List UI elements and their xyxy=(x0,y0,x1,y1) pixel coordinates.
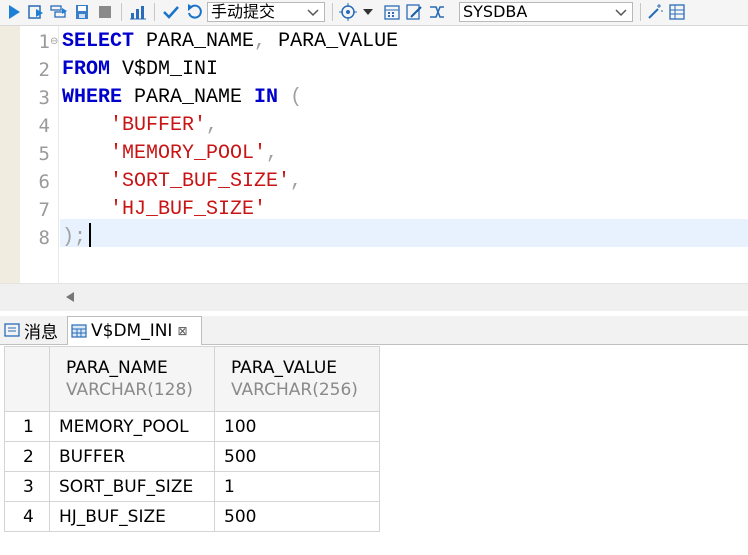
close-tab-icon[interactable]: ⊠ xyxy=(177,324,187,338)
row-number[interactable]: 3 xyxy=(4,471,50,502)
line-number: 2 xyxy=(38,59,50,81)
sql-token: PARA_NAME xyxy=(134,30,255,53)
sql-keyword: FROM xyxy=(62,58,111,81)
line-number: 7 xyxy=(38,199,50,221)
cell-para-value[interactable]: 100 xyxy=(214,411,380,442)
cell-para-name[interactable]: SORT_BUF_SIZE xyxy=(49,471,215,502)
toolbar-separator xyxy=(154,3,155,21)
column-header-para-value[interactable]: PARA_VALUE VARCHAR(256) xyxy=(214,346,380,412)
toolbar-separator xyxy=(640,3,641,21)
sql-editor[interactable]: 12345678 ⊖ SELECT PARA_NAME, PARA_VALUE F… xyxy=(0,26,748,283)
column-header-para-name[interactable]: PARA_NAME VARCHAR(128) xyxy=(49,346,215,412)
line-number: 5 xyxy=(38,143,50,165)
tab-messages[interactable]: 消息 xyxy=(4,316,66,344)
code-line[interactable]: ); xyxy=(62,224,86,252)
chevron-down-icon xyxy=(615,9,627,17)
code-line[interactable]: FROM V$DM_INI xyxy=(62,56,218,84)
sql-string: 'MEMORY_POOL' xyxy=(110,142,267,165)
cell-para-value[interactable]: 500 xyxy=(214,441,380,472)
row-number[interactable]: 1 xyxy=(4,411,50,442)
schema-select[interactable]: SYSDBA xyxy=(459,2,633,22)
code-area[interactable]: SELECT PARA_NAME, PARA_VALUE FROM V$DM_IN… xyxy=(62,26,748,283)
tab-result-vdmini[interactable]: V$DM_INI ⊠ xyxy=(67,316,202,345)
cell-para-value[interactable]: 1 xyxy=(214,471,380,502)
commit-icon[interactable] xyxy=(161,3,181,21)
run-script-icon[interactable] xyxy=(50,3,68,21)
tab-messages-label: 消息 xyxy=(24,322,58,343)
code-line[interactable]: 'BUFFER', xyxy=(62,112,218,140)
text-cursor xyxy=(89,223,91,247)
cell-para-name[interactable]: HJ_BUF_SIZE xyxy=(49,501,215,532)
line-number: 8 xyxy=(38,227,50,249)
toolbar: 手动提交 SYSDBA xyxy=(0,0,748,26)
sql-token: , xyxy=(254,30,267,53)
tab-result-label: V$DM_INI xyxy=(91,321,173,341)
grid-corner[interactable] xyxy=(4,346,50,412)
explain-icon[interactable] xyxy=(128,3,148,21)
messages-icon xyxy=(4,323,20,337)
scroll-left-icon[interactable] xyxy=(66,292,74,302)
line-number: 4 xyxy=(38,115,50,137)
line-number: 6 xyxy=(38,171,50,193)
sql-token: V$DM_INI xyxy=(110,58,219,81)
horizontal-scrollbar[interactable] xyxy=(0,283,748,311)
cell-para-name[interactable]: MEMORY_POOL xyxy=(49,411,215,442)
line-number: 1 xyxy=(38,31,50,53)
sql-string: 'BUFFER' xyxy=(110,114,207,137)
row-number[interactable]: 4 xyxy=(4,501,50,532)
rollback-icon[interactable] xyxy=(184,3,204,21)
sql-string: 'SORT_BUF_SIZE' xyxy=(110,170,291,193)
sql-token: PARA_VALUE xyxy=(266,30,399,53)
target-icon[interactable] xyxy=(338,3,358,21)
code-line[interactable]: WHERE PARA_NAME IN ( xyxy=(62,84,302,112)
line-number: 3 xyxy=(38,87,50,109)
code-line[interactable]: 'MEMORY_POOL', xyxy=(62,140,278,168)
chevron-down-icon xyxy=(307,9,319,17)
sql-token: , xyxy=(290,170,303,193)
row-number[interactable]: 2 xyxy=(4,441,50,472)
sql-token: , xyxy=(266,142,279,165)
sql-token: ); xyxy=(62,226,87,249)
save-icon[interactable] xyxy=(73,3,91,21)
fold-marker-icon[interactable]: ⊖ xyxy=(50,36,58,47)
code-line[interactable]: 'SORT_BUF_SIZE', xyxy=(62,168,302,196)
code-line[interactable]: 'HJ_BUF_SIZE' xyxy=(62,196,266,224)
sql-token: , xyxy=(206,114,219,137)
cell-para-value[interactable]: 500 xyxy=(214,501,380,532)
dropdown-icon[interactable] xyxy=(361,3,375,21)
column-name: PARA_VALUE xyxy=(231,358,338,378)
column-type: VARCHAR(256) xyxy=(231,380,358,400)
commit-mode-select[interactable]: 手动提交 xyxy=(207,2,325,22)
sql-token: PARA_NAME xyxy=(122,86,255,109)
line-numbers: 1 2 3 4 5 6 7 8 xyxy=(20,26,59,283)
sql-string: 'HJ_BUF_SIZE' xyxy=(110,198,267,221)
sql-keyword: SELECT xyxy=(62,30,135,53)
shuffle-icon[interactable] xyxy=(427,3,447,21)
grid-icon[interactable] xyxy=(667,3,687,21)
cell-para-name[interactable]: BUFFER xyxy=(49,441,215,472)
run-icon[interactable] xyxy=(5,3,23,21)
wand-icon[interactable] xyxy=(645,3,665,21)
editor-gutter xyxy=(0,26,20,283)
result-tabbar: 消息 V$DM_INI ⊠ xyxy=(0,316,748,345)
sql-token: ( xyxy=(278,86,303,109)
commit-mode-value: 手动提交 xyxy=(211,2,276,21)
calendar-icon[interactable] xyxy=(382,3,402,21)
stop-icon[interactable] xyxy=(96,3,114,21)
table-icon xyxy=(71,324,87,338)
column-type: VARCHAR(128) xyxy=(66,380,193,400)
toolbar-separator xyxy=(121,3,122,21)
code-line[interactable]: SELECT PARA_NAME, PARA_VALUE xyxy=(62,28,398,56)
toolbar-separator xyxy=(332,3,333,21)
sql-keyword: IN xyxy=(254,86,279,109)
sql-keyword: WHERE xyxy=(62,86,123,109)
run-step-icon[interactable] xyxy=(27,3,45,21)
schema-value: SYSDBA xyxy=(463,2,528,21)
column-name: PARA_NAME xyxy=(66,358,168,378)
edit-icon[interactable] xyxy=(404,3,424,21)
